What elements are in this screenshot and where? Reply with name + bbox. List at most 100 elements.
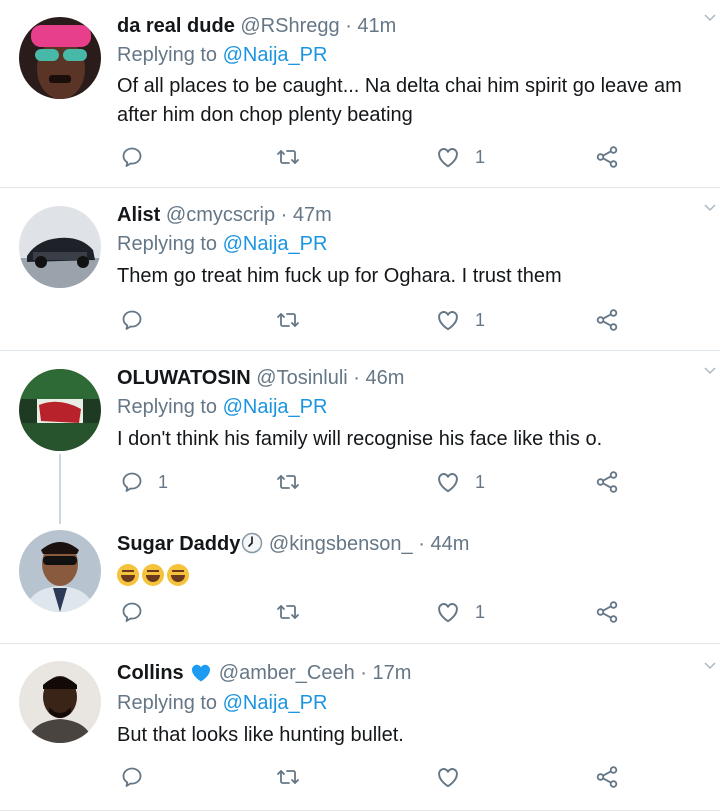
timestamp[interactable]: 46m: [366, 367, 405, 389]
heart-icon: [435, 307, 461, 333]
avatar[interactable]: [19, 206, 101, 288]
like-button[interactable]: [435, 762, 475, 792]
replying-to-label: Replying to: [117, 692, 218, 714]
avatar[interactable]: [19, 661, 101, 743]
reply-button[interactable]: 1: [120, 467, 168, 497]
replying-to: Replying to @Naija_PR: [117, 232, 327, 256]
user-handle[interactable]: @RShregg: [240, 15, 339, 37]
timestamp[interactable]: 41m: [357, 15, 396, 37]
tweet-header: Collins @amber_Ceeh · 17m: [117, 661, 411, 685]
heart-icon: [435, 599, 461, 625]
replying-to-label: Replying to: [117, 396, 218, 418]
retweet-icon: [275, 600, 301, 624]
display-name[interactable]: Sugar Daddy: [117, 533, 240, 555]
share-button[interactable]: [594, 762, 620, 792]
avatar[interactable]: [19, 17, 101, 99]
tweet-text: But that looks like hunting bullet.: [117, 724, 404, 746]
tweet[interactable]: Collins @amber_Ceeh · 17m Replying to @N…: [0, 644, 720, 810]
share-button[interactable]: [594, 305, 620, 335]
reply-icon: [120, 470, 144, 494]
separator-dot: ·: [353, 367, 360, 389]
tweet-actions: 1: [117, 597, 627, 627]
reply-button[interactable]: [120, 142, 158, 172]
timestamp[interactable]: 44m: [430, 533, 469, 555]
retweet-button[interactable]: [275, 762, 315, 792]
reply-icon: [120, 765, 144, 789]
user-handle[interactable]: @kingsbenson_: [269, 533, 413, 555]
chevron-down-icon[interactable]: [704, 660, 716, 672]
reply-count: 1: [158, 471, 169, 492]
divider: [0, 810, 720, 811]
retweet-button[interactable]: [275, 467, 315, 497]
like-button[interactable]: 1: [435, 467, 485, 497]
avatar[interactable]: [19, 369, 101, 451]
replying-to-link[interactable]: @Naija_PR: [223, 396, 328, 418]
chevron-down-icon[interactable]: [704, 202, 716, 214]
reply-button[interactable]: [120, 305, 158, 335]
display-name[interactable]: Alist: [117, 204, 160, 226]
tweet-actions: [117, 762, 627, 792]
laughing-emoji: [142, 563, 164, 586]
separator-dot: ·: [418, 533, 425, 555]
share-icon: [594, 469, 620, 495]
tweet[interactable]: Sugar Daddy @kingsbenson_ · 44m 1: [0, 512, 720, 643]
display-name[interactable]: OLUWATOSIN: [117, 367, 251, 389]
replying-to: Replying to @Naija_PR: [117, 43, 327, 67]
reply-icon: [120, 308, 144, 332]
user-handle[interactable]: @amber_Ceeh: [219, 662, 355, 684]
replying-to: Replying to @Naija_PR: [117, 691, 327, 715]
tweet-text: I don't think his family will recognise …: [117, 428, 603, 450]
blue-heart-icon: [192, 664, 211, 682]
share-icon: [594, 599, 620, 625]
like-button[interactable]: 1: [435, 142, 485, 172]
retweet-icon: [275, 470, 301, 494]
laughing-emoji: [117, 563, 139, 586]
share-button[interactable]: [594, 597, 620, 627]
reply-icon: [120, 145, 144, 169]
user-handle[interactable]: @cmycscrip: [166, 204, 275, 226]
separator-dot: ·: [360, 662, 367, 684]
tweet[interactable]: da real dude @RShregg · 41m Replying to …: [0, 0, 720, 187]
retweet-button[interactable]: [275, 142, 315, 172]
tweet-header: Alist @cmycscrip · 47m: [117, 203, 332, 227]
retweet-icon: [275, 145, 301, 169]
share-icon: [594, 764, 620, 790]
replying-to-label: Replying to: [117, 44, 218, 66]
replying-to-link[interactable]: @Naija_PR: [223, 233, 328, 255]
clock-icon: [242, 532, 263, 554]
replying-to-link[interactable]: @Naija_PR: [223, 44, 328, 66]
chevron-down-icon[interactable]: [704, 12, 716, 24]
reply-icon: [120, 600, 144, 624]
like-count: 1: [475, 146, 486, 167]
reply-button[interactable]: [120, 597, 158, 627]
tweet[interactable]: Alist @cmycscrip · 47m Replying to @Naij…: [0, 188, 720, 350]
tweet-header: OLUWATOSIN @Tosinluli · 46m: [117, 366, 404, 390]
separator-dot: ·: [345, 15, 352, 37]
like-count: 1: [475, 601, 486, 622]
tweet[interactable]: OLUWATOSIN @Tosinluli · 46m Replying to …: [0, 351, 720, 511]
tweet-actions: 1: [117, 142, 627, 172]
chevron-down-icon[interactable]: [704, 365, 716, 377]
retweet-icon: [275, 765, 301, 789]
reply-button[interactable]: [120, 762, 158, 792]
retweet-button[interactable]: [275, 597, 315, 627]
tweet-actions: 1 1: [117, 467, 627, 497]
timestamp[interactable]: 47m: [293, 204, 332, 226]
like-button[interactable]: 1: [435, 597, 485, 627]
share-button[interactable]: [594, 467, 620, 497]
share-button[interactable]: [594, 142, 620, 172]
laughing-emoji: [167, 563, 189, 586]
replying-to-link[interactable]: @Naija_PR: [223, 692, 328, 714]
timestamp[interactable]: 17m: [373, 662, 412, 684]
display-name[interactable]: Collins: [117, 662, 184, 684]
replying-to-label: Replying to: [117, 233, 218, 255]
retweet-button[interactable]: [275, 305, 315, 335]
tweet-actions: 1: [117, 305, 627, 335]
avatar[interactable]: [19, 530, 101, 612]
user-handle[interactable]: @Tosinluli: [256, 367, 347, 389]
share-icon: [594, 307, 620, 333]
tweet-text: Them go treat him fuck up for Oghara. I …: [117, 265, 562, 287]
like-button[interactable]: 1: [435, 305, 485, 335]
display-name[interactable]: da real dude: [117, 15, 235, 37]
heart-icon: [435, 469, 461, 495]
